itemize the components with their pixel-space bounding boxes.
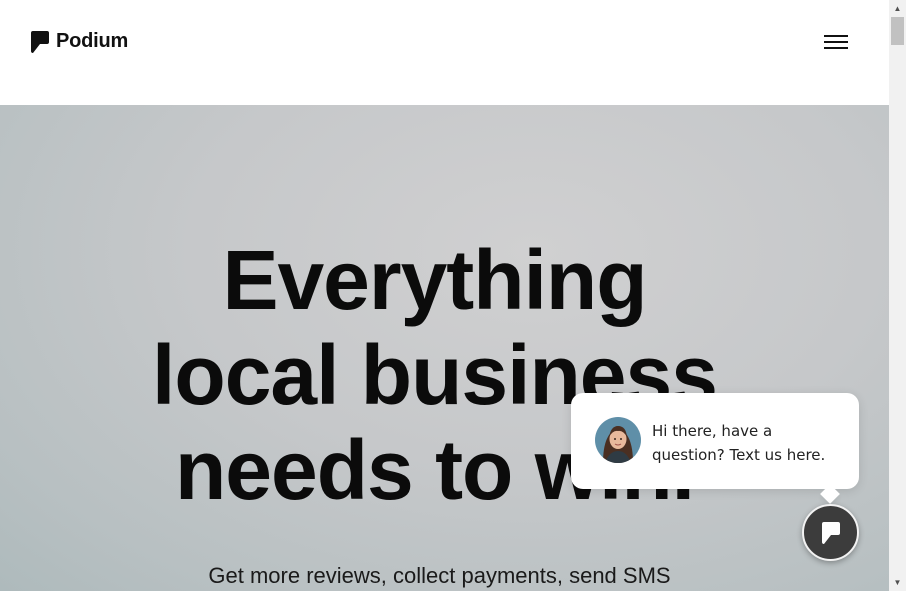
- scroll-up-arrow-icon[interactable]: ▲: [889, 0, 906, 17]
- chat-launcher-button[interactable]: [802, 504, 859, 561]
- chat-greeting-text: Hi there, have a question? Text us here.: [652, 422, 826, 464]
- scrollbar-thumb[interactable]: [891, 17, 904, 45]
- podium-logo-icon: [31, 30, 49, 53]
- brand-name: Podium: [56, 30, 129, 52]
- agent-avatar-icon: [595, 417, 641, 463]
- podium-chat-icon: [821, 521, 840, 544]
- page: Podium Everything local business needs t…: [0, 0, 889, 591]
- hamburger-menu-icon[interactable]: [820, 30, 852, 54]
- hero-subtitle: Get more reviews, collect payments, send…: [208, 563, 671, 588]
- chat-greeting-bubble[interactable]: Hi there, have a question? Text us here.: [571, 393, 859, 489]
- podium-logo-link[interactable]: Podium: [31, 30, 128, 53]
- hero-section: Everything local business needs to win. …: [0, 105, 889, 591]
- vertical-scrollbar[interactable]: ▲ ▼: [889, 0, 906, 591]
- scroll-down-arrow-icon[interactable]: ▼: [889, 574, 906, 591]
- site-header: Podium: [0, 0, 889, 105]
- hero-title-line-1: Everything: [222, 233, 647, 327]
